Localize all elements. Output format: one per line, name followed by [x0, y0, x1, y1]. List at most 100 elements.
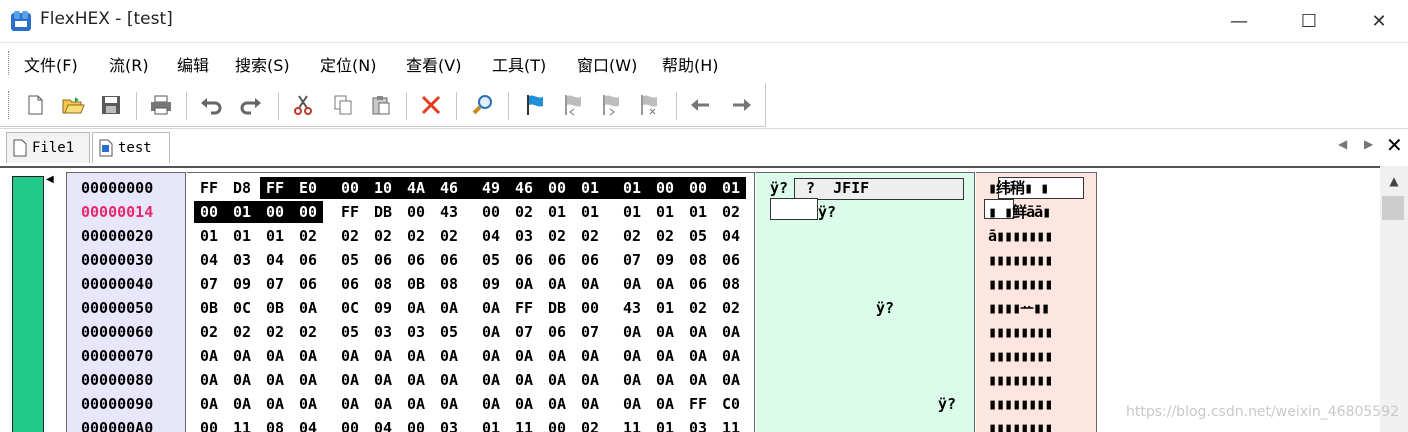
hex-byte[interactable]: 0A	[404, 370, 428, 390]
hex-byte[interactable]: 01	[230, 202, 254, 222]
hex-byte[interactable]: 04	[263, 250, 287, 270]
hex-byte[interactable]: 02	[404, 226, 428, 246]
scroll-thumb[interactable]	[1382, 196, 1404, 220]
hex-byte[interactable]: FF	[197, 178, 221, 198]
hex-byte[interactable]: 04	[371, 418, 395, 432]
hex-byte[interactable]: 0A	[263, 394, 287, 414]
hex-byte[interactable]: 0A	[545, 274, 569, 294]
hex-byte[interactable]: 0B	[404, 274, 428, 294]
hex-byte[interactable]: 07	[578, 322, 602, 342]
hex-byte[interactable]: 06	[296, 274, 320, 294]
hex-byte[interactable]: 00	[479, 202, 503, 222]
hex-byte[interactable]: 0A	[578, 394, 602, 414]
hex-byte[interactable]: 06	[338, 274, 362, 294]
hex-byte[interactable]: 02	[512, 202, 536, 222]
paste-icon[interactable]	[368, 92, 394, 118]
hex-byte[interactable]: 0A	[620, 346, 644, 366]
new-file-icon[interactable]	[22, 92, 48, 118]
hex-byte[interactable]: 02	[719, 202, 743, 222]
hex-byte[interactable]: 00	[338, 178, 362, 198]
hex-byte[interactable]: 00	[404, 418, 428, 432]
hex-byte[interactable]: 0A	[437, 370, 461, 390]
hex-byte[interactable]: 0A	[296, 370, 320, 390]
hex-byte[interactable]: 01	[479, 418, 503, 432]
hex-byte[interactable]: 02	[578, 418, 602, 432]
hex-byte[interactable]: 0A	[479, 370, 503, 390]
menu-help[interactable]: 帮助(H)	[662, 52, 719, 76]
open-folder-icon[interactable]	[60, 92, 86, 118]
hex-byte[interactable]: 08	[686, 250, 710, 270]
hex-byte[interactable]: 02	[653, 226, 677, 246]
hex-byte[interactable]: 04	[197, 250, 221, 270]
hex-byte[interactable]: 0A	[719, 346, 743, 366]
menu-window[interactable]: 窗口(W)	[577, 52, 637, 76]
hex-byte[interactable]: 02	[230, 322, 254, 342]
hex-byte[interactable]: DB	[371, 202, 395, 222]
bookmark-flag-icon[interactable]	[522, 92, 548, 118]
hex-byte[interactable]: 01	[197, 226, 221, 246]
hex-byte[interactable]: 00	[545, 418, 569, 432]
hex-byte[interactable]: 03	[230, 250, 254, 270]
hex-byte[interactable]: 02	[578, 226, 602, 246]
menu-grip[interactable]	[8, 51, 12, 75]
hex-byte[interactable]: 00	[338, 418, 362, 432]
hex-byte[interactable]: 01	[578, 178, 602, 198]
hex-byte[interactable]: 0A	[545, 346, 569, 366]
hex-byte[interactable]: 0A	[620, 322, 644, 342]
hex-byte[interactable]: 0B	[263, 298, 287, 318]
hex-byte[interactable]: 11	[512, 418, 536, 432]
hex-byte[interactable]: 01	[578, 202, 602, 222]
hex-byte[interactable]: 0A	[653, 322, 677, 342]
hex-byte[interactable]: 08	[719, 274, 743, 294]
bookmark-prev-icon[interactable]	[560, 92, 586, 118]
hex-byte[interactable]: 0A	[197, 346, 221, 366]
hex-byte[interactable]: 0A	[545, 394, 569, 414]
hex-byte[interactable]: 00	[263, 202, 287, 222]
menu-search[interactable]: 搜索(S)	[235, 52, 290, 76]
hex-byte[interactable]: 0A	[719, 370, 743, 390]
hex-byte[interactable]: 0A	[371, 346, 395, 366]
hex-byte[interactable]: 0A	[479, 346, 503, 366]
tab-scroll-left-icon[interactable]: ◀	[1338, 137, 1347, 151]
hex-byte[interactable]: 06	[512, 250, 536, 270]
menu-edit[interactable]: 编辑	[177, 52, 209, 76]
hex-byte[interactable]: 03	[437, 418, 461, 432]
menu-view[interactable]: 查看(V)	[406, 52, 461, 76]
menu-file[interactable]: 文件(F)	[24, 52, 78, 76]
hex-byte[interactable]: 00	[197, 202, 221, 222]
hex-byte[interactable]: 06	[371, 250, 395, 270]
hex-byte[interactable]: 0A	[578, 370, 602, 390]
hex-byte[interactable]: 02	[296, 322, 320, 342]
cut-icon[interactable]	[290, 92, 316, 118]
hex-byte[interactable]: 0A	[437, 298, 461, 318]
hex-byte[interactable]: 06	[578, 250, 602, 270]
hex-byte[interactable]: 05	[437, 322, 461, 342]
hex-byte[interactable]: 01	[653, 418, 677, 432]
hex-byte[interactable]: 0A	[545, 370, 569, 390]
hex-byte[interactable]: 0A	[296, 298, 320, 318]
undo-icon[interactable]	[198, 92, 224, 118]
hex-byte[interactable]: 01	[719, 178, 743, 198]
hex-byte[interactable]: 01	[620, 202, 644, 222]
hex-byte[interactable]: 0A	[437, 346, 461, 366]
hex-byte[interactable]: 03	[404, 322, 428, 342]
hex-byte[interactable]: DB	[545, 298, 569, 318]
hex-byte[interactable]: FF	[512, 298, 536, 318]
tab-file1[interactable]: File1	[6, 132, 90, 163]
hex-byte[interactable]: FF	[338, 202, 362, 222]
hex-byte[interactable]: 0C	[338, 298, 362, 318]
hex-byte[interactable]: 43	[437, 202, 461, 222]
hex-byte[interactable]: 05	[338, 322, 362, 342]
hex-byte[interactable]: 01	[230, 226, 254, 246]
hex-byte[interactable]: 07	[620, 250, 644, 270]
hex-byte[interactable]: 06	[404, 250, 428, 270]
forward-arrow-icon[interactable]	[728, 92, 754, 118]
unicode-column[interactable]: ▮纬稍▮ ▮ ▮ ▮鲜āā▮ ā▮▮▮▮▮▮▮ ▮▮▮▮▮▮▮▮ ▮▮▮▮▮▮▮▮ ▮▮▮…	[976, 172, 1097, 432]
ascii-column[interactable]: ÿ? ? JFIF ÿ? ÿ? ÿ?	[756, 172, 975, 432]
bookmark-clear-icon[interactable]	[636, 92, 662, 118]
menu-goto[interactable]: 定位(N)	[320, 52, 376, 76]
hex-byte[interactable]: 00	[197, 418, 221, 432]
hex-byte[interactable]: 0A	[620, 370, 644, 390]
menu-tools[interactable]: 工具(T)	[492, 52, 546, 76]
close-window-button[interactable]: ✕	[1356, 0, 1402, 42]
